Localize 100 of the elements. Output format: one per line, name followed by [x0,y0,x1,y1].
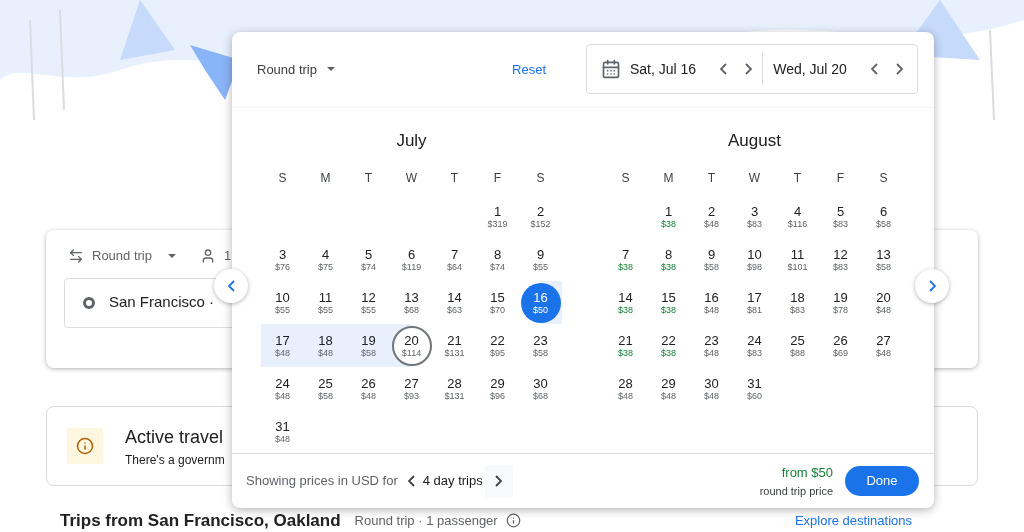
trip-type-dropdown[interactable]: Round trip [64,242,180,270]
day-cell[interactable]: 27 $48 [863,325,904,366]
day-cell[interactable]: 25 $88 [777,325,818,366]
weekday-label: F [493,170,502,187]
trip-duration: 4 day trips [422,472,483,491]
day-cell[interactable]: 19 $58 [348,325,389,366]
month-title: July [396,129,427,152]
next-button[interactable] [484,465,513,497]
date-range-field[interactable]: Sat, Jul 16 Wed, Jul 20 [586,44,918,95]
weekday-label: S [278,170,287,187]
day-cell[interactable]: 3 $76 [262,239,303,280]
departure-date: Sat, Jul 16 [630,59,697,79]
day-cell[interactable]: 2 $48 [691,196,732,237]
day-cell[interactable]: 5 $83 [820,196,861,237]
day-cell[interactable]: 19 $78 [820,282,861,323]
day-cell[interactable]: 26 $48 [348,368,389,409]
weekday-label: S [536,170,545,187]
day-cell[interactable]: 17 $81 [734,282,775,323]
day-cell[interactable]: 22 $95 [477,325,518,366]
day-cell[interactable]: 11 $55 [305,282,346,323]
day-cell[interactable]: 3 $83 [734,196,775,237]
day-cell[interactable]: 12 $83 [820,239,861,280]
day-cell[interactable]: 21 $38 [605,325,646,366]
next-icon [928,280,936,292]
trip-type-dropdown[interactable]: Round trip [257,59,335,79]
day-cell[interactable]: 16 $48 [691,282,732,323]
previous-icon [227,280,235,292]
day-cell[interactable]: 23 $58 [520,325,561,366]
alert-text: There's a governm [125,451,225,469]
day-cell[interactable]: 9 $55 [520,239,561,280]
reset-button[interactable]: Reset [508,59,550,79]
day-cell[interactable]: 17 $48 [262,325,303,366]
previous-icon[interactable] [871,63,878,76]
day-cell[interactable]: 26 $69 [820,325,861,366]
weekday-label: F [836,170,845,187]
explore-link[interactable]: Explore destinations [794,514,912,527]
day-cell[interactable]: 10 $98 [734,239,775,280]
day-cell[interactable]: 12 $55 [348,282,389,323]
info-icon [67,428,103,464]
month-title: August [728,129,781,152]
day-cell[interactable]: 28 $48 [605,368,646,409]
day-cell[interactable]: 30 $68 [520,368,561,409]
weekday-label: T [707,170,716,187]
day-cell[interactable]: 23 $48 [691,325,732,366]
day-cell[interactable]: 2 $152 [520,196,561,237]
done-button[interactable]: Done [845,466,919,496]
day-cell[interactable]: 14 $63 [434,282,475,323]
day-cell[interactable]: 4 $75 [305,239,346,280]
weekday-label: W [748,170,761,187]
day-cell[interactable]: 24 $48 [262,368,303,409]
calendar-icon [601,59,621,80]
day-cell[interactable]: 13 $58 [863,239,904,280]
day-cell[interactable]: 20 $114 [391,325,432,366]
day-cell[interactable]: 31 $48 [262,411,303,452]
day-cell[interactable]: 8 $74 [477,239,518,280]
next-icon[interactable] [896,63,903,76]
day-cell[interactable]: 27 $93 [391,368,432,409]
day-cell[interactable]: 4 $116 [777,196,818,237]
weekday-label: M [663,170,674,187]
caret-icon [168,253,176,258]
day-cell[interactable]: 15 $70 [477,282,518,323]
day-cell[interactable]: 18 $48 [305,325,346,366]
day-cell[interactable]: 1 $319 [477,196,518,237]
day-cell[interactable]: 14 $38 [605,282,646,323]
day-cell[interactable]: 10 $55 [262,282,303,323]
previous-icon[interactable] [407,475,415,487]
day-cell[interactable]: 8 $38 [648,239,689,280]
passenger-dropdown[interactable]: 1 [196,242,236,270]
day-cell[interactable]: 6 $119 [391,239,432,280]
day-cell[interactable]: 6 $58 [863,196,904,237]
day-cell[interactable]: 28 $131 [434,368,475,409]
previous-icon[interactable] [720,63,728,76]
day-cell[interactable]: 24 $83 [734,325,775,366]
day-cell[interactable]: 29 $48 [648,368,689,409]
currency-note: Showing prices in USD for [246,472,398,491]
day-cell[interactable]: 11 $101 [777,239,818,280]
day-cell[interactable]: 13 $68 [391,282,432,323]
day-cell[interactable]: 25 $58 [305,368,346,409]
day-cell[interactable]: 7 $38 [605,239,646,280]
day-cell[interactable]: 16 $50 [520,282,561,323]
next-icon[interactable] [745,63,753,76]
day-cell[interactable]: 30 $48 [691,368,732,409]
day-cell[interactable]: 5 $74 [348,239,389,280]
weekday-label: T [450,170,459,187]
day-cell[interactable]: 22 $38 [648,325,689,366]
swap-arrows-icon [68,247,84,264]
day-cell[interactable]: 21 $131 [434,325,475,366]
day-cell[interactable]: 7 $64 [434,239,475,280]
day-cell[interactable]: 15 $38 [648,282,689,323]
day-cell[interactable]: 1 $38 [648,196,689,237]
day-cell[interactable]: 18 $83 [777,282,818,323]
day-cell[interactable]: 31 $60 [734,368,775,409]
day-cell[interactable]: 29 $96 [477,368,518,409]
alert-title: Active travel [125,425,225,449]
return-date: Wed, Jul 20 [773,59,847,79]
price-note: round trip price [759,483,833,499]
next-icon [495,475,503,487]
info-icon [505,513,521,528]
day-cell[interactable]: 9 $58 [691,239,732,280]
day-cell[interactable]: 20 $48 [863,282,904,323]
